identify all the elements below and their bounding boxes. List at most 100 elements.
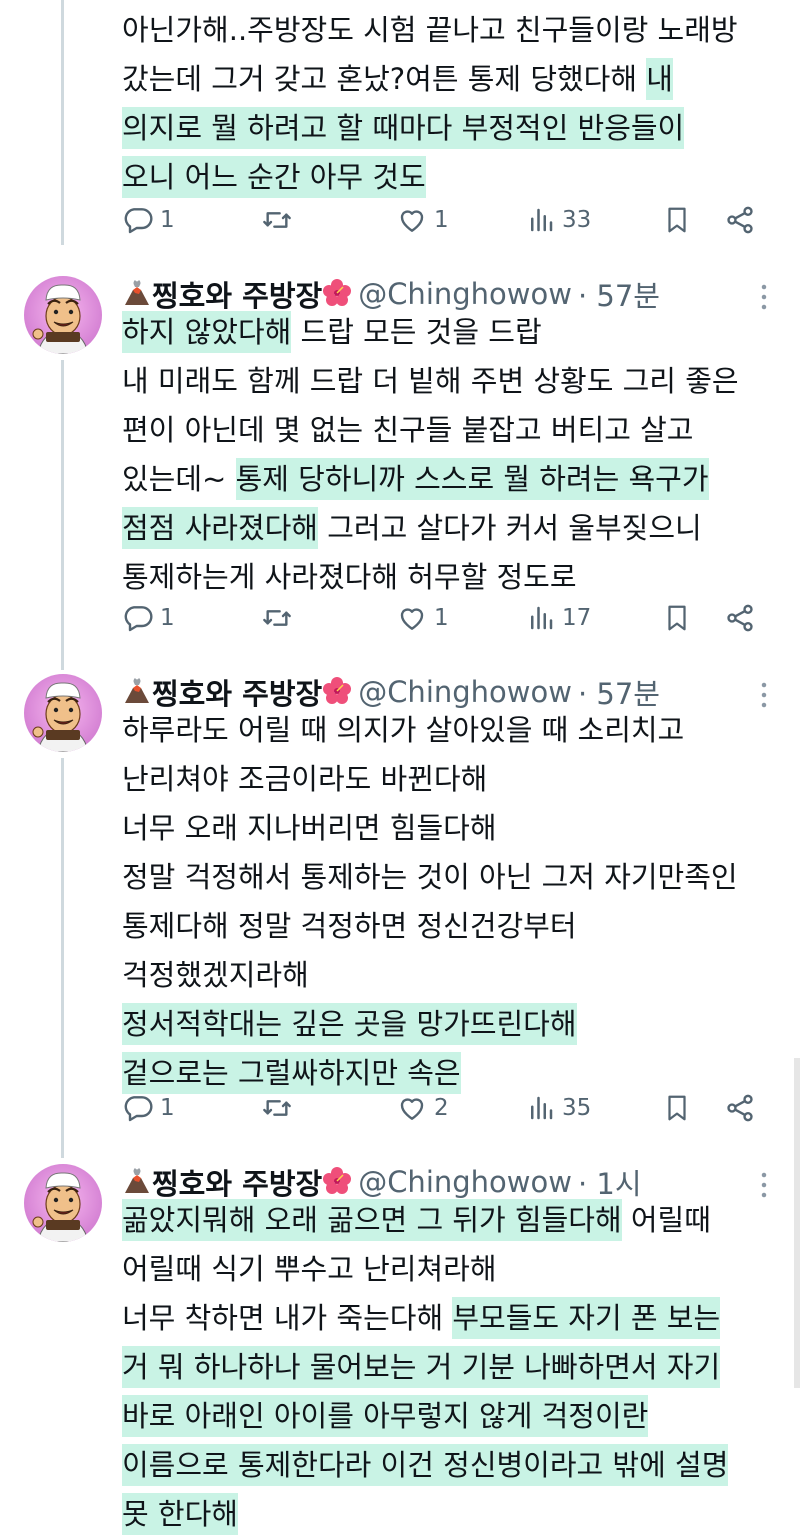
text-segment: 편이 아닌데 몇 없는 친구들 붙잡고 버티고 살고 [122, 413, 694, 447]
views-icon [526, 205, 556, 235]
hibiscus-icon [322, 1165, 352, 1199]
share-button[interactable] [724, 1088, 756, 1128]
text-line: 거 뭐 하나하나 물어보는 거 기분 나빠하면서 자기 [122, 1343, 782, 1392]
text-line: 어릴때 식기 뿌수고 난리쳐라해 [122, 1245, 782, 1294]
scrollbar[interactable] [794, 1058, 800, 1388]
retweet-button[interactable] [260, 200, 300, 240]
tweet-text: 곪았지뭐해 오래 곪으면 그 뒤가 힘들다해 어릴때어릴때 식기 뿌수고 난리쳐… [122, 1196, 782, 1539]
avatar[interactable] [24, 1164, 102, 1242]
text-segment: 아닌가해..주방장도 시험 끝나고 친구들이랑 노래방 [122, 13, 738, 47]
views-button[interactable]: 33 [526, 200, 591, 240]
highlighted-text: 거 뭐 하나하나 물어보는 거 기분 나빠하면서 자기 [122, 1346, 721, 1388]
text-segment: 내 미래도 함께 드랍 더 빝해 주변 상황도 그리 좋은 [122, 364, 739, 398]
reply-button[interactable]: 1 [122, 200, 175, 240]
user-handle[interactable]: @Chinghowow [358, 277, 572, 311]
text-line: 난리쳐야 조금이라도 바뀐다해 [122, 755, 782, 804]
text-line: 통제하는게 사라졌다해 허무할 정도로 [122, 553, 782, 602]
text-line: 하지 않았다해 드랍 모든 것을 드랍 [122, 308, 782, 357]
highlighted-text: 바로 아래인 아이를 아무렇지 않게 걱정이란 [122, 1395, 649, 1437]
views-icon [526, 1093, 556, 1123]
thread-connector [61, 758, 64, 1158]
tweet-text: 하루라도 어릴 때 의지가 살아있을 때 소리치고난리쳐야 조금이라도 바뀐다해… [122, 706, 782, 1098]
text-segment: 그러고 살다가 커서 울부짖으니 [317, 511, 702, 545]
share-button[interactable] [724, 200, 756, 240]
text-segment: 정말 걱정해서 통제하는 것이 아닌 그저 자기만족인 [122, 860, 738, 894]
thread-connector [61, 0, 64, 245]
text-segment: 있는데~ [122, 462, 236, 496]
text-line: 내 미래도 함께 드랍 더 빝해 주변 상황도 그리 좋은 [122, 357, 782, 406]
tweet-text: 아닌가해..주방장도 시험 끝나고 친구들이랑 노래방갔는데 그거 갖고 혼났?… [122, 6, 782, 202]
action-count: 1 [160, 207, 175, 233]
action-count: 17 [562, 605, 592, 631]
user-handle[interactable]: @Chinghowow [358, 1165, 572, 1199]
highlighted-text: 점점 사라졌다해 [122, 507, 318, 549]
action-count: 1 [160, 605, 175, 631]
reply-button[interactable]: 1 [122, 598, 175, 638]
volcano-icon [122, 277, 152, 311]
action-count: 1 [434, 207, 449, 233]
bookmark-button[interactable] [662, 200, 692, 240]
reply-icon [122, 1092, 154, 1124]
text-segment: 어릴때 [621, 1203, 711, 1237]
action-count: 1 [160, 1095, 175, 1121]
bookmark-button[interactable] [662, 598, 692, 638]
text-line: 의지로 뭘 하려고 할 때마다 부정적인 반응들이 [122, 104, 782, 153]
text-segment: 갔는데 그거 갖고 혼났?여튼 통제 당했다해 [122, 62, 647, 96]
text-line: 이름으로 통제한다라 이건 정신병이라고 밖에 설명 [122, 1441, 782, 1490]
action-count: 1 [434, 605, 449, 631]
thread-connector [61, 360, 64, 670]
like-button[interactable]: 2 [396, 1088, 449, 1128]
text-line: 있는데~ 통제 당하니까 스스로 뭘 하려는 욕구가 [122, 455, 782, 504]
avatar[interactable] [24, 674, 102, 752]
text-segment: 너무 착하면 내가 죽는다해 [122, 1301, 453, 1335]
text-segment: 난리쳐야 조금이라도 바뀐다해 [122, 762, 488, 796]
text-line: 못 한다해 [122, 1490, 782, 1539]
tweet-actions: 1 2 35 [122, 1088, 762, 1128]
text-segment: 너무 오래 지나버리면 힘들다해 [122, 811, 497, 845]
heart-icon [396, 1092, 428, 1124]
text-line: 바로 아래인 아이를 아무렇지 않게 걱정이란 [122, 1392, 782, 1441]
share-icon [724, 1092, 756, 1124]
retweet-button[interactable] [260, 1088, 300, 1128]
bookmark-icon [662, 1092, 692, 1124]
action-count: 2 [434, 1095, 449, 1121]
highlighted-text: 하지 않았다해 [122, 311, 292, 353]
avatar[interactable] [24, 276, 102, 354]
text-line: 너무 오래 지나버리면 힘들다해 [122, 804, 782, 853]
bookmark-button[interactable] [662, 1088, 692, 1128]
highlighted-text: 통제 당하니까 스스로 뭘 하려는 욕구가 [235, 458, 709, 500]
text-line: 너무 착하면 내가 죽는다해 부모들도 자기 폰 보는 [122, 1294, 782, 1343]
share-icon [724, 602, 756, 634]
text-line: 정서적학대는 깊은 곳을 망가뜨린다해 [122, 1000, 782, 1049]
like-button[interactable]: 1 [396, 200, 449, 240]
text-segment: 어릴때 식기 뿌수고 난리쳐라해 [122, 1252, 497, 1286]
retweet-icon [260, 602, 294, 634]
highlighted-text: 이름으로 통제한다라 이건 정신병이라고 밖에 설명 [122, 1444, 729, 1486]
retweet-button[interactable] [260, 598, 300, 638]
text-line: 하루라도 어릴 때 의지가 살아있을 때 소리치고 [122, 706, 782, 755]
user-handle[interactable]: @Chinghowow [358, 675, 572, 709]
hibiscus-icon [322, 675, 352, 709]
reply-button[interactable]: 1 [122, 1088, 175, 1128]
text-line: 곪았지뭐해 오래 곪으면 그 뒤가 힘들다해 어릴때 [122, 1196, 782, 1245]
retweet-icon [260, 204, 294, 236]
views-button[interactable]: 35 [526, 1088, 591, 1128]
tweet-actions: 1 1 17 [122, 598, 762, 638]
text-line: 점점 사라졌다해 그러고 살다가 커서 울부짖으니 [122, 504, 782, 553]
highlighted-text: 못 한다해 [122, 1493, 238, 1535]
like-button[interactable]: 1 [396, 598, 449, 638]
reply-icon [122, 204, 154, 236]
hibiscus-icon [322, 277, 352, 311]
highlighted-text: 의지로 뭘 하려고 할 때마다 부정적인 반응들이 [122, 107, 685, 149]
share-button[interactable] [724, 598, 756, 638]
bookmark-icon [662, 602, 692, 634]
text-line: 걱정했겠지라해 [122, 951, 782, 1000]
views-button[interactable]: 17 [526, 598, 591, 638]
action-count: 35 [562, 1095, 592, 1121]
volcano-icon [122, 675, 152, 709]
highlighted-text: 오니 어느 순간 아무 것도 [122, 156, 426, 198]
text-segment: 하루라도 어릴 때 의지가 살아있을 때 소리치고 [122, 713, 685, 747]
reply-icon [122, 602, 154, 634]
text-segment: 통제하는게 사라졌다해 허무할 정도로 [122, 560, 577, 594]
share-icon [724, 204, 756, 236]
